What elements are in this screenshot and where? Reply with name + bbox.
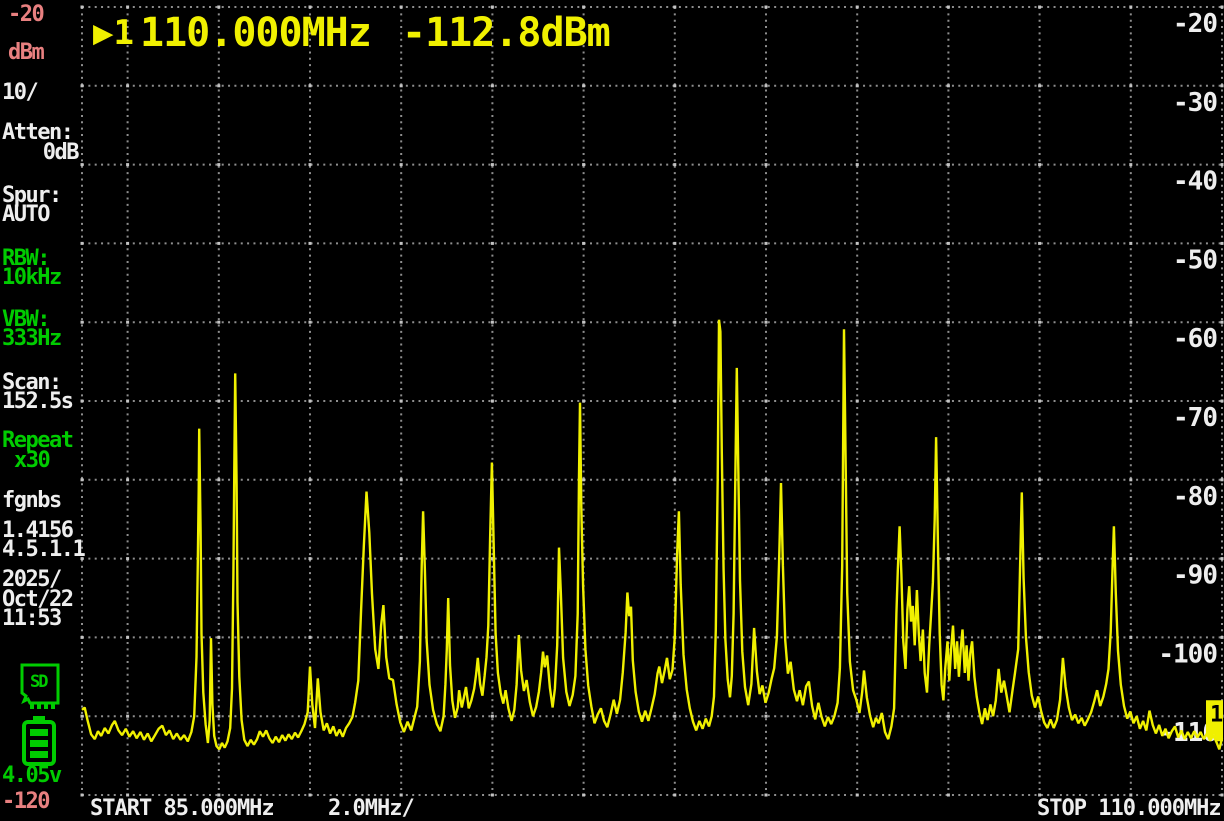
spur-value[interactable]: AUTO xyxy=(2,205,49,224)
grid xyxy=(82,7,1222,795)
frequency-per-div-label[interactable]: 2.0MHz/ xyxy=(328,796,414,821)
battery-voltage-label: 4.05v xyxy=(2,766,61,785)
plot-area[interactable]: -20-30-40-50-60-70-80-90-100-1101 xyxy=(0,0,1224,821)
spectrum-analyzer-screen: -20-30-40-50-60-70-80-90-100-1101 ▶1 110… xyxy=(0,0,1224,821)
marker-frequency-readout: 110.000MHz xyxy=(140,10,371,56)
y-axis-tick-label: -80 xyxy=(1173,482,1217,512)
bottom-ref-level-label[interactable]: -120 xyxy=(2,792,49,811)
ref-level-label[interactable]: -20 xyxy=(8,5,43,24)
y-axis-tick-label: -20 xyxy=(1173,9,1217,39)
mode-flags-label: fgnbs xyxy=(2,491,61,510)
y-axis-tick-label: -40 xyxy=(1173,167,1217,197)
rbw-value[interactable]: 10kHz xyxy=(2,268,61,287)
svg-text:SD: SD xyxy=(30,672,48,692)
marker-level-readout: -112.8dBm xyxy=(402,10,610,56)
spectrum-trace[interactable] xyxy=(82,320,1222,750)
ref-unit-label: dBm xyxy=(8,43,43,62)
marker-id-flag[interactable]: ▶1 xyxy=(93,13,134,53)
start-frequency-label[interactable]: START 85.000MHz xyxy=(90,796,274,821)
y-axis-tick-label: -60 xyxy=(1173,324,1217,354)
repeat-value[interactable]: x30 xyxy=(14,451,49,470)
grid-intersection-marks xyxy=(81,6,1224,797)
scan-time-value: 152.5s xyxy=(2,392,72,411)
y-axis-tick-label: -100 xyxy=(1158,639,1217,669)
sd-card-icon: SD xyxy=(16,663,64,713)
marker-flag-number: 1 xyxy=(1210,702,1223,727)
y-axis-tick-label: -50 xyxy=(1173,245,1217,275)
y-axis-tick-label: -70 xyxy=(1173,403,1217,433)
time-label: 11:53 xyxy=(2,609,61,628)
scale-per-div-label[interactable]: 10/ xyxy=(2,83,37,102)
battery-icon xyxy=(22,716,58,766)
stop-frequency-label[interactable]: STOP 110.000MHz xyxy=(1037,796,1221,821)
vbw-value[interactable]: 333Hz xyxy=(2,329,61,348)
marker-1-flag[interactable]: 1 xyxy=(1206,700,1223,741)
y-axis-tick-label: -30 xyxy=(1173,88,1217,118)
firmware-version-line2: 4.5.1.1 xyxy=(2,540,84,559)
atten-value[interactable]: 0dB xyxy=(0,143,78,162)
y-axis-tick-label: -90 xyxy=(1173,561,1217,591)
